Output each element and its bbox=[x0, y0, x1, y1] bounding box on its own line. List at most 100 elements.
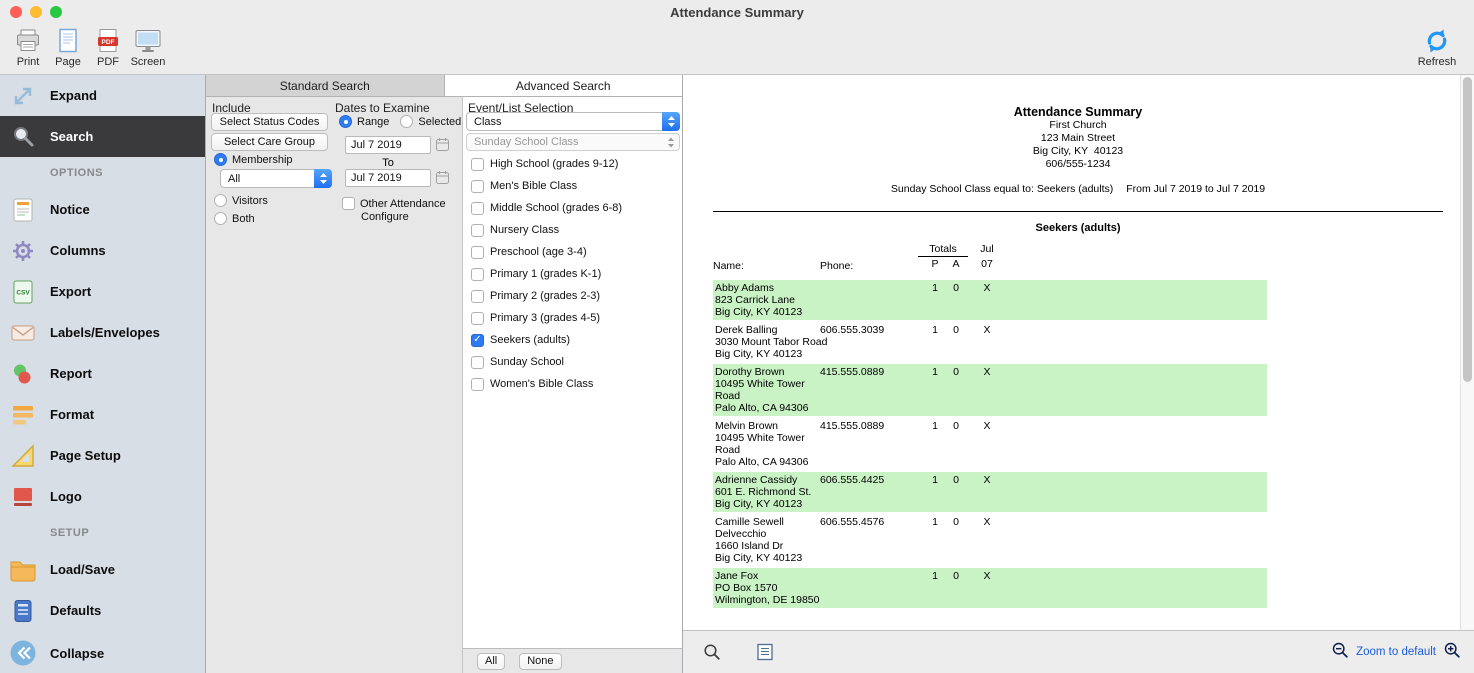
select-all-button[interactable]: All bbox=[477, 653, 505, 670]
event-list-footer: All None bbox=[463, 648, 682, 673]
class-option[interactable]: Primary 3 (grades 4-5) bbox=[463, 307, 682, 329]
checkbox-unchecked-icon[interactable] bbox=[471, 202, 484, 215]
class-option[interactable]: Preschool (age 3-4) bbox=[463, 241, 682, 263]
traffic-lights bbox=[10, 6, 62, 18]
zoom-out-icon[interactable] bbox=[1332, 642, 1348, 663]
page-button[interactable]: Page bbox=[48, 27, 88, 68]
class-option[interactable]: Women's Bible Class bbox=[463, 373, 682, 395]
checkbox-unchecked-icon[interactable] bbox=[471, 378, 484, 391]
sidebar-item-search[interactable]: Search bbox=[0, 116, 205, 157]
event-category-value: Sunday School Class bbox=[474, 136, 579, 148]
to-date-field[interactable]: Jul 7 2019 bbox=[345, 169, 431, 187]
class-option[interactable]: ✓Seekers (adults) bbox=[463, 329, 682, 351]
checkbox-unchecked-icon[interactable] bbox=[471, 158, 484, 171]
date-to-label: To bbox=[345, 157, 431, 169]
class-option[interactable]: Middle School (grades 6-8) bbox=[463, 197, 682, 219]
select-none-button[interactable]: None bbox=[519, 653, 561, 670]
row-absent-total: 0 bbox=[949, 420, 963, 432]
class-option[interactable]: Primary 2 (grades 2-3) bbox=[463, 285, 682, 307]
selected-radio[interactable] bbox=[400, 115, 413, 128]
range-radio[interactable] bbox=[339, 115, 352, 128]
class-option-label: High School (grades 9-12) bbox=[490, 158, 618, 170]
both-radio[interactable] bbox=[214, 212, 227, 225]
sidebar-label-expand: Expand bbox=[50, 88, 97, 103]
checkbox-unchecked-icon[interactable] bbox=[471, 246, 484, 259]
sidebar-item-load-save[interactable]: Load/Save bbox=[0, 549, 205, 590]
scrollbar-thumb[interactable] bbox=[1463, 77, 1472, 382]
class-option-label: Men's Bible Class bbox=[490, 180, 577, 192]
both-label: Both bbox=[232, 213, 255, 225]
expand-icon bbox=[8, 81, 38, 111]
checkbox-unchecked-icon[interactable] bbox=[471, 290, 484, 303]
class-option-label: Primary 3 (grades 4-5) bbox=[490, 312, 600, 324]
main-toolbar: Print Page PDF PDF Screen Refresh bbox=[0, 24, 1474, 75]
row-attendance-mark: X bbox=[974, 366, 1000, 378]
class-option[interactable]: Sunday School bbox=[463, 351, 682, 373]
criteria-range-text: From Jul 7 2019 to Jul 7 2019 bbox=[1126, 183, 1265, 195]
checkbox-checked-icon[interactable]: ✓ bbox=[471, 334, 484, 347]
report-pages-icon[interactable] bbox=[757, 631, 773, 673]
visitors-option[interactable]: Visitors bbox=[214, 194, 268, 207]
membership-type-select[interactable]: All bbox=[220, 169, 332, 188]
print-button[interactable]: Print bbox=[8, 27, 48, 68]
zoom-window-button[interactable] bbox=[50, 6, 62, 18]
screen-button[interactable]: Screen bbox=[128, 27, 168, 68]
report-address2: Big City, KY 40123 bbox=[713, 145, 1443, 158]
zoom-in-icon[interactable] bbox=[1444, 642, 1460, 663]
class-option[interactable]: Men's Bible Class bbox=[463, 175, 682, 197]
popup-chevrons-icon bbox=[314, 169, 332, 188]
minimize-window-button[interactable] bbox=[30, 6, 42, 18]
row-attendance-mark: X bbox=[974, 516, 1000, 528]
checkbox-unchecked-icon[interactable] bbox=[471, 224, 484, 237]
row-absent-total: 0 bbox=[949, 324, 963, 336]
event-type-select[interactable]: Class bbox=[466, 112, 680, 131]
row-present-total: 1 bbox=[929, 366, 941, 378]
sidebar-item-labels-envelopes[interactable]: Labels/Envelopes bbox=[0, 312, 205, 353]
sidebar-item-export[interactable]: CSV Export bbox=[0, 271, 205, 312]
row-absent-total: 0 bbox=[949, 366, 963, 378]
from-date-field[interactable]: Jul 7 2019 bbox=[345, 136, 431, 154]
other-attendance-checkbox[interactable] bbox=[342, 197, 355, 210]
format-bars-icon bbox=[8, 400, 38, 430]
from-date-picker-icon[interactable] bbox=[435, 137, 450, 157]
sidebar-item-report[interactable]: Report bbox=[0, 353, 205, 394]
sidebar-label-notice: Notice bbox=[50, 202, 90, 217]
zoom-to-default-label[interactable]: Zoom to default bbox=[1356, 646, 1436, 658]
sidebar-label-export: Export bbox=[50, 284, 91, 299]
checkbox-unchecked-icon[interactable] bbox=[471, 180, 484, 193]
sidebar-item-defaults[interactable]: Defaults bbox=[0, 590, 205, 631]
sidebar-item-format[interactable]: Format bbox=[0, 394, 205, 435]
sidebar-item-notice[interactable]: Notice bbox=[0, 189, 205, 230]
tab-advanced-search[interactable]: Advanced Search bbox=[445, 75, 683, 96]
select-status-codes-button[interactable]: Select Status Codes bbox=[211, 113, 328, 131]
event-type-value: Class bbox=[474, 116, 502, 128]
report-scrollbar[interactable] bbox=[1460, 75, 1474, 630]
class-option[interactable]: Primary 1 (grades K-1) bbox=[463, 263, 682, 285]
membership-radio[interactable] bbox=[214, 153, 227, 166]
class-option[interactable]: High School (grades 9-12) bbox=[463, 153, 682, 175]
report-divider bbox=[713, 211, 1443, 212]
configure-link[interactable]: Configure bbox=[361, 211, 409, 223]
report-group-title: Seekers (adults) bbox=[713, 222, 1443, 234]
refresh-button[interactable]: Refresh bbox=[1410, 27, 1464, 68]
checkbox-unchecked-icon[interactable] bbox=[471, 312, 484, 325]
close-window-button[interactable] bbox=[10, 6, 22, 18]
row-attendance-mark: X bbox=[974, 282, 1000, 294]
checkbox-unchecked-icon[interactable] bbox=[471, 268, 484, 281]
visitors-radio[interactable] bbox=[214, 194, 227, 207]
pdf-button[interactable]: PDF PDF bbox=[88, 27, 128, 68]
to-date-picker-icon[interactable] bbox=[435, 170, 450, 190]
report-search-icon[interactable] bbox=[703, 631, 721, 673]
class-option[interactable]: Nursery Class bbox=[463, 219, 682, 241]
sidebar-item-collapse[interactable]: Collapse bbox=[0, 633, 205, 673]
checkbox-unchecked-icon[interactable] bbox=[471, 356, 484, 369]
sidebar-item-columns[interactable]: Columns bbox=[0, 230, 205, 271]
sidebar-item-page-setup[interactable]: Page Setup bbox=[0, 435, 205, 476]
membership-option[interactable]: Membership bbox=[214, 153, 293, 166]
tab-standard-search[interactable]: Standard Search bbox=[206, 75, 445, 96]
select-care-group-button[interactable]: Select Care Group bbox=[211, 133, 328, 151]
other-attendance-option[interactable]: Other Attendance bbox=[342, 197, 446, 210]
sidebar-item-logo[interactable]: Logo bbox=[0, 476, 205, 517]
both-option[interactable]: Both bbox=[214, 212, 255, 225]
sidebar-item-expand[interactable]: Expand bbox=[0, 75, 205, 116]
